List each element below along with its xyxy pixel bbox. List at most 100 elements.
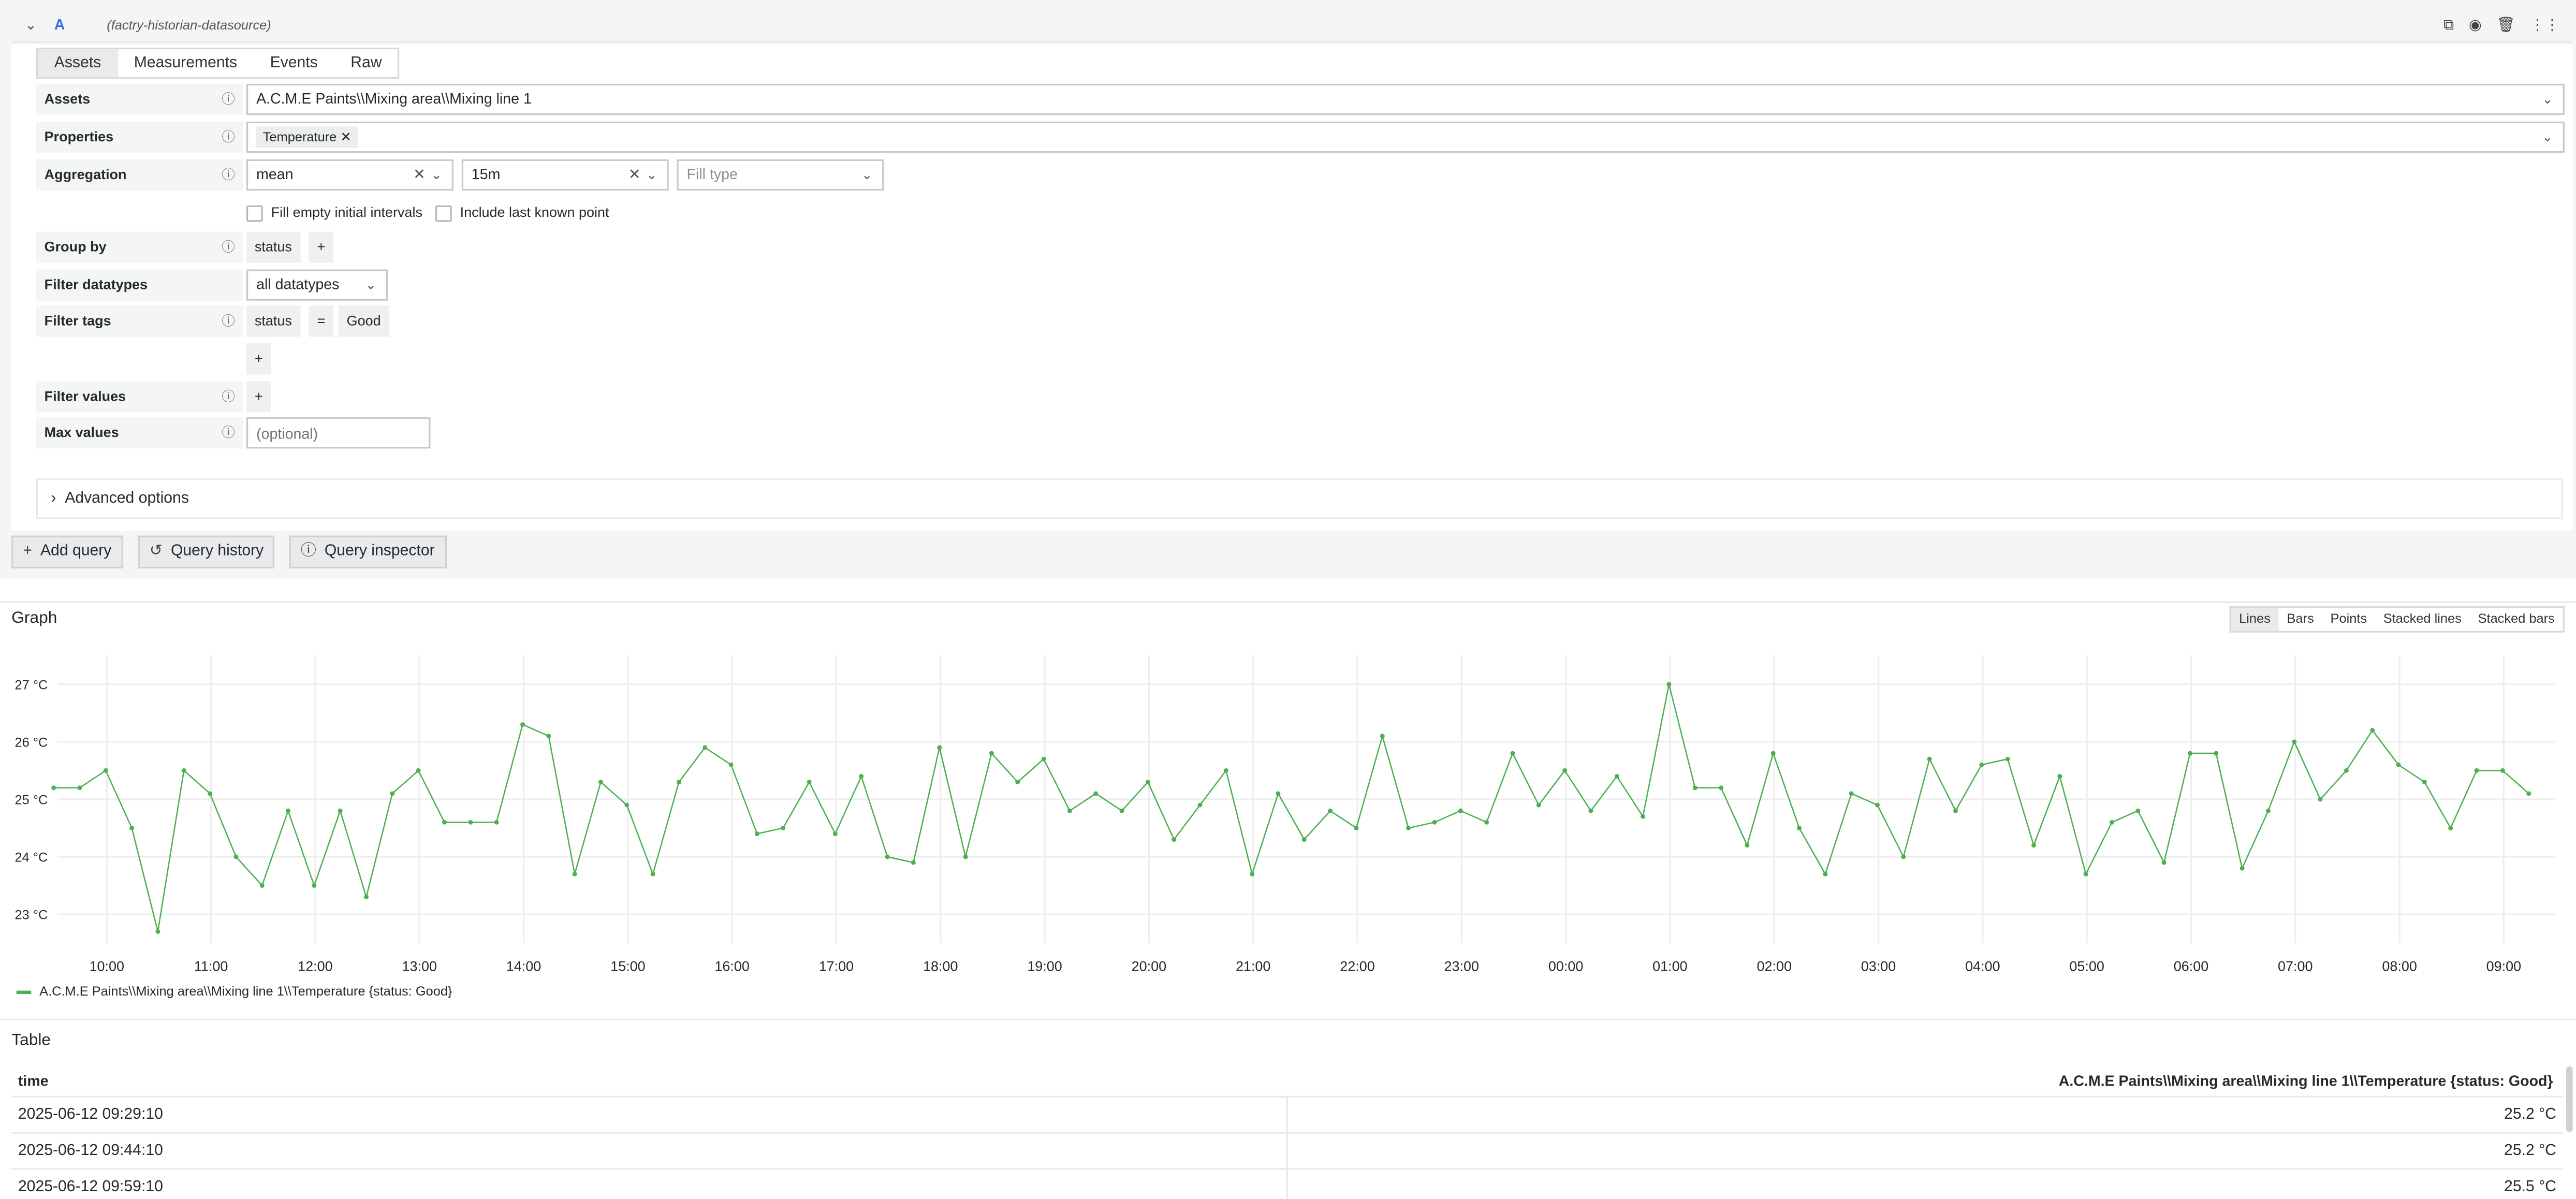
eye-icon[interactable]: ◉ (2469, 17, 2482, 35)
data-point (1276, 791, 1281, 796)
collapse-chevron-icon[interactable]: ⌄ (25, 17, 37, 35)
trash-icon[interactable]: 🗑 (2496, 17, 2515, 35)
query-letter[interactable]: A (54, 17, 65, 33)
data-point (2292, 739, 2297, 744)
data-point (155, 929, 160, 934)
data-point (1145, 780, 1150, 785)
tab-assets[interactable]: Assets (37, 49, 118, 78)
chevron-right-icon: › (51, 489, 56, 508)
query-inspector-button[interactable]: ⓘ Query inspector (289, 535, 446, 569)
data-point (702, 745, 708, 750)
data-point (1692, 785, 1697, 791)
data-point (832, 831, 838, 836)
x-tick-label: 06:00 (2174, 959, 2209, 974)
aggregation-period-select[interactable]: 15m ✕ ⌄ (461, 159, 669, 191)
query-tabs: Assets Measurements Events Raw (36, 48, 400, 79)
filter-tag-operator[interactable]: = (309, 305, 334, 337)
column-header-time[interactable]: time (18, 1068, 49, 1096)
fill-empty-checkbox[interactable]: Fill empty initial intervals (246, 202, 422, 222)
filter-tag-value[interactable]: Good (338, 305, 389, 337)
x-tick-label: 23:00 (1444, 959, 1480, 974)
properties-select[interactable]: Temperature ✕ ⌄ (246, 121, 2565, 153)
info-icon[interactable]: ⓘ (222, 84, 235, 115)
info-icon[interactable]: ⓘ (222, 305, 235, 337)
group-by-label: Group by ⓘ (36, 231, 243, 263)
properties-label-text: Properties (44, 128, 114, 145)
data-point (1745, 843, 1750, 848)
line-chart[interactable]: 10:00 11:00 12:00 13:00 14:00 15:00 16:00 17:00… (0, 603, 2576, 981)
query-panel: Assets Measurements Events Raw Assets ⓘ A… (11, 44, 2573, 531)
assets-label-text: Assets (44, 90, 91, 107)
x-tick-label: 00:00 (1548, 959, 1584, 974)
include-last-checkbox[interactable]: Include last known point (435, 202, 609, 222)
clear-icon[interactable]: ✕ (628, 161, 641, 189)
tab-measurements[interactable]: Measurements (118, 49, 254, 77)
group-by-tag[interactable]: status (246, 231, 300, 263)
data-point (2031, 843, 2036, 848)
data-point (624, 802, 630, 808)
assets-select[interactable]: A.C.M.E Paints\\Mixing area\\Mixing line… (246, 83, 2565, 115)
chevron-down-icon: ⌄ (2542, 129, 2553, 145)
query-row-header[interactable]: ⌄ A (factry-historian-datasource) ⧉ ◉ 🗑 … (11, 10, 2573, 43)
filter-datatypes-select[interactable]: all datatypes ⌄ (246, 269, 388, 301)
data-point (1823, 871, 1828, 876)
info-icon[interactable]: ⓘ (222, 381, 235, 412)
info-icon[interactable]: ⓘ (222, 122, 235, 153)
filter-tag-key[interactable]: status (246, 305, 300, 337)
cell-time: 2025-06-12 09:59:10 (18, 1178, 163, 1196)
clear-icon[interactable]: ✕ (413, 161, 426, 189)
max-values-input[interactable] (246, 417, 431, 449)
data-point (1432, 820, 1437, 825)
column-header-value[interactable]: A.C.M.E Paints\\Mixing area\\Mixing line… (2059, 1068, 2553, 1096)
assets-value: A.C.M.E Paints\\Mixing area\\Mixing line… (256, 90, 532, 107)
data-point (1197, 802, 1203, 808)
duplicate-icon[interactable]: ⧉ (2443, 17, 2454, 35)
tab-raw[interactable]: Raw (334, 49, 399, 77)
data-point (442, 820, 447, 825)
filter-values-label-text: Filter values (44, 387, 126, 404)
assets-label: Assets ⓘ (36, 83, 243, 115)
cell-value: 25.2 °C (2504, 1142, 2556, 1160)
aggregation-function-select[interactable]: mean ✕ ⌄ (246, 159, 453, 191)
x-tick-label: 10:00 (90, 959, 125, 974)
data-point (2110, 820, 2114, 825)
drag-handle-icon[interactable]: ⋮⋮ (2530, 17, 2559, 35)
data-point (2448, 826, 2453, 830)
history-icon: ↺ (149, 542, 163, 561)
info-icon[interactable]: ⓘ (222, 159, 235, 191)
add-query-button[interactable]: + Add query (11, 535, 123, 569)
data-point (598, 780, 603, 785)
info-icon[interactable]: ⓘ (222, 417, 235, 448)
filter-datatypes-label-text: Filter datatypes (44, 276, 148, 293)
chevron-down-icon: ⌄ (646, 167, 657, 183)
filter-tags-label-text: Filter tags (44, 312, 111, 329)
advanced-options-toggle[interactable]: › Advanced options (36, 478, 2563, 519)
group-by-add-button[interactable]: + (309, 231, 334, 263)
remove-tag-icon[interactable]: ✕ (340, 130, 351, 145)
x-tick-label: 19:00 (1027, 959, 1062, 974)
query-actions: ⧉ ◉ 🗑 ⋮⋮ (2443, 17, 2559, 35)
legend-label: A.C.M.E Paints\\Mixing area\\Mixing line… (39, 984, 452, 999)
data-point (1588, 808, 1593, 813)
filter-tags-add-button[interactable]: + (246, 343, 271, 375)
table-scrollbar[interactable] (2566, 1066, 2573, 1132)
data-point (2344, 768, 2349, 773)
fill-type-select[interactable]: Fill type ⌄ (677, 159, 884, 191)
checkbox-box[interactable] (435, 204, 452, 222)
tab-events[interactable]: Events (254, 49, 334, 77)
chart-legend[interactable]: A.C.M.E Paints\\Mixing area\\Mixing line… (16, 984, 452, 999)
filter-values-add-button[interactable]: + (246, 381, 271, 413)
column-divider (1286, 1133, 1289, 1170)
query-history-button[interactable]: ↺ Query history (138, 535, 275, 569)
data-point (1093, 791, 1099, 796)
x-tick-label: 11:00 (194, 959, 228, 974)
property-tag-text: Temperature (262, 129, 337, 145)
group-by-label-text: Group by (44, 238, 107, 255)
aggregation-label-text: Aggregation (44, 166, 127, 183)
checkbox-box[interactable] (246, 204, 263, 222)
info-icon[interactable]: ⓘ (222, 231, 235, 262)
data-point (1641, 814, 1646, 819)
data-point (2240, 866, 2245, 871)
x-tick-label: 18:00 (923, 959, 958, 974)
data-point (1849, 791, 1854, 796)
